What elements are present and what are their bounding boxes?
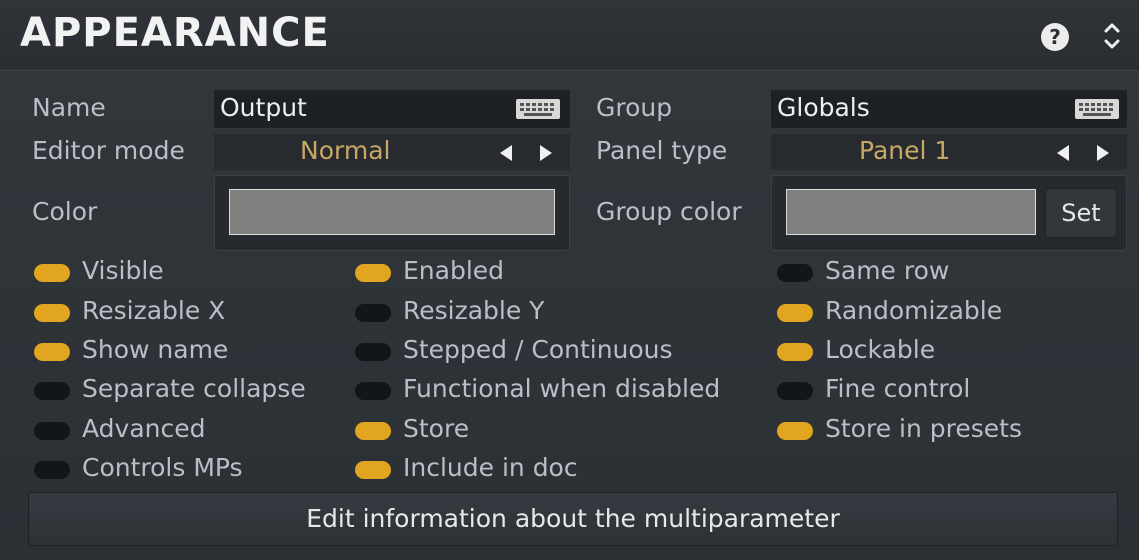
panel-type-selector[interactable]: Panel 1 — [771, 134, 1127, 170]
toggle-switch[interactable] — [355, 343, 391, 361]
option-label: Enabled — [403, 256, 505, 285]
option-label: Resizable X — [82, 296, 226, 325]
toggle-switch[interactable] — [34, 343, 70, 361]
option-label: Resizable Y — [403, 296, 545, 325]
toggle-switch[interactable] — [34, 264, 70, 282]
option-label: Same row — [825, 256, 950, 285]
option-label: Advanced — [82, 414, 206, 443]
option-label: Randomizable — [825, 296, 1003, 325]
option-label: Stepped / Continuous — [403, 335, 673, 364]
keyboard-icon[interactable] — [516, 99, 560, 119]
panel-header[interactable]: APPEARANCE ? — [0, 0, 1139, 71]
option-label: Separate collapse — [82, 374, 306, 403]
group-color-swatch[interactable] — [786, 189, 1036, 235]
editor-mode-label: Editor mode — [32, 136, 185, 165]
next-arrow-icon[interactable] — [540, 145, 552, 161]
option-label: Include in doc — [403, 453, 578, 482]
toggle-switch[interactable] — [355, 264, 391, 282]
color-label: Color — [32, 197, 98, 226]
toggle-switch[interactable] — [777, 382, 813, 400]
toggle-switch[interactable] — [777, 343, 813, 361]
option-label: Functional when disabled — [403, 374, 721, 403]
help-icon[interactable]: ? — [1041, 23, 1069, 51]
toggle-switch[interactable] — [777, 304, 813, 322]
color-swatch[interactable] — [229, 189, 555, 235]
collapse-expand-icon[interactable] — [1100, 18, 1124, 54]
appearance-panel: APPEARANCE ? Name Output Group Globals E… — [0, 0, 1139, 560]
toggle-switch[interactable] — [355, 382, 391, 400]
toggle-switch[interactable] — [777, 264, 813, 282]
toggle-switch[interactable] — [34, 304, 70, 322]
toggle-switch[interactable] — [355, 461, 391, 479]
set-button[interactable]: Set — [1045, 188, 1117, 238]
option-label: Lockable — [825, 335, 936, 364]
name-field[interactable]: Output — [214, 90, 570, 128]
toggle-switch[interactable] — [355, 304, 391, 322]
option-label: Visible — [82, 256, 164, 285]
keyboard-icon[interactable] — [1075, 99, 1119, 119]
group-label: Group — [596, 93, 673, 122]
option-label: Show name — [82, 335, 229, 364]
edit-information-button[interactable]: Edit information about the multiparamete… — [28, 492, 1118, 546]
option-label: Store — [403, 414, 470, 443]
toggle-switch[interactable] — [777, 422, 813, 440]
previous-arrow-icon[interactable] — [1057, 145, 1069, 161]
editor-mode-selector[interactable]: Normal — [214, 134, 570, 170]
toggle-switch[interactable] — [355, 422, 391, 440]
panel-title: APPEARANCE — [20, 10, 330, 56]
toggle-switch[interactable] — [34, 422, 70, 440]
option-label: Controls MPs — [82, 453, 243, 482]
panel-type-label: Panel type — [596, 136, 728, 165]
group-value: Globals — [777, 93, 870, 122]
panel-type-value: Panel 1 — [859, 136, 951, 165]
previous-arrow-icon[interactable] — [500, 145, 512, 161]
toggle-switch[interactable] — [34, 382, 70, 400]
color-picker[interactable] — [214, 175, 570, 251]
toggle-switch[interactable] — [34, 461, 70, 479]
option-label: Store in presets — [825, 414, 1022, 443]
name-value: Output — [220, 93, 307, 122]
editor-mode-value: Normal — [300, 136, 391, 165]
name-label: Name — [32, 93, 106, 122]
group-color-label: Group color — [596, 197, 742, 226]
option-label: Fine control — [825, 374, 971, 403]
next-arrow-icon[interactable] — [1097, 145, 1109, 161]
group-field[interactable]: Globals — [771, 90, 1127, 128]
